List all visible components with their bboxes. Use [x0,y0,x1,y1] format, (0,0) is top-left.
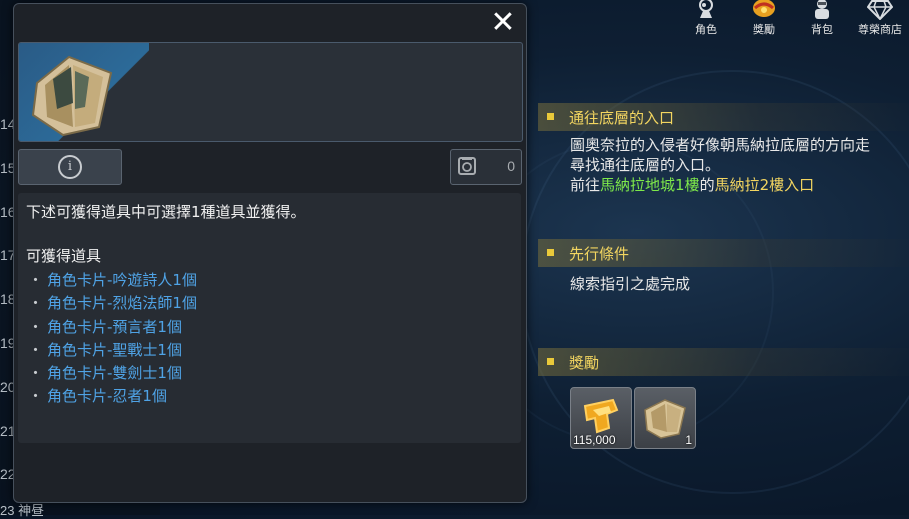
menu-character[interactable]: 角色 [677,0,735,40]
item-detail-popup: ✕ i 0 下述可獲得道具中可選擇1種道具並獲得。 可獲得道具 ・角色卡片-吟遊… [13,3,527,503]
prereq-text: 線索指引之處完成 [570,275,691,293]
obtainable-heading: 可獲得道具 [26,247,102,265]
list-index: 16 [0,204,16,220]
list-item[interactable]: ・角色卡片-忍者1個 [26,385,197,408]
weight-display: 0 [450,149,522,185]
list-item[interactable]: ・角色卡片-烈焰法師1個 [26,292,197,315]
prereq-title: 先行條件 [569,245,630,263]
goto-target-link[interactable]: 馬納拉2樓入口 [715,176,815,194]
reward-icon [753,0,775,17]
scale-icon [458,157,476,175]
menu-label: 獎勵 [753,23,775,36]
reward-header: 獎勵 [538,348,909,376]
top-menu: 角色 獎勵 背包 尊榮商店 [677,0,909,40]
reward-count: 115,000 [573,433,616,447]
item-description: 下述可獲得道具中可選擇1種道具並獲得。 [26,203,306,221]
info-button[interactable]: i [18,149,122,185]
quest-description-line2: 尋找通往底層的入口。 [570,156,721,174]
menu-bag[interactable]: 背包 [793,0,851,40]
obtainable-items-list: ・角色卡片-吟遊詩人1個 ・角色卡片-烈焰法師1個 ・角色卡片-預言者1個 ・角… [26,269,197,409]
list-index: 18 [0,291,16,307]
section-marker [547,249,554,256]
menu-premium-shop[interactable]: 尊榮商店 [851,0,909,40]
bag-icon [815,0,829,19]
card-book-icon [31,55,113,137]
reward-slot-gold[interactable]: 115,000 [570,387,632,449]
list-index: 21 [0,423,16,439]
description-panel: 下述可獲得道具中可選擇1種道具並獲得。 可獲得道具 ・角色卡片-吟遊詩人1個 ・… [18,193,521,443]
character-icon [699,0,713,18]
goto-prefix: 前往 [570,176,601,194]
quest-description-line1: 圖奧奈拉的入侵者好像朝馬納拉底層的方向走 [570,136,871,154]
diamond-icon [867,0,893,20]
list-index: 20 [0,379,16,395]
list-index: 19 [0,335,16,351]
list-index: 22 [0,466,16,482]
section-marker [547,358,554,365]
list-index: 15 [0,160,16,176]
section-marker [547,113,554,120]
close-icon[interactable]: ✕ [490,8,516,38]
list-index: 17 [0,247,16,263]
list-item[interactable]: ・角色卡片-吟遊詩人1個 [26,269,197,292]
prereq-header: 先行條件 [538,239,909,267]
menu-label: 角色 [695,23,717,36]
reward-title: 獎勵 [569,354,600,372]
item-thumbnail [19,43,149,141]
list-item[interactable]: ・角色卡片-聖戰士1個 [26,339,197,362]
quest-goto: 前往馬納拉地城1樓的馬納拉2樓入口 [570,175,814,195]
list-item[interactable]: ・角色卡片-預言者1個 [26,316,197,339]
reward-slot-card-book[interactable]: 1 [634,387,696,449]
goto-location-link[interactable]: 馬納拉地城1樓 [600,176,700,194]
item-header [18,42,523,142]
menu-reward[interactable]: 獎勵 [735,0,793,40]
weight-value: 0 [507,158,515,174]
list-index: 14 [0,116,16,132]
menu-label: 背包 [811,23,833,36]
quest-title: 通往底層的入口 [569,109,675,127]
menu-label: 尊榮商店 [858,23,902,36]
reward-count: 1 [685,433,692,447]
goto-mid: 的 [699,176,715,194]
info-icon: i [58,155,82,179]
list-item[interactable]: ・角色卡片-雙劍士1個 [26,362,197,385]
quest-title-header: 通往底層的入口 [538,103,909,131]
